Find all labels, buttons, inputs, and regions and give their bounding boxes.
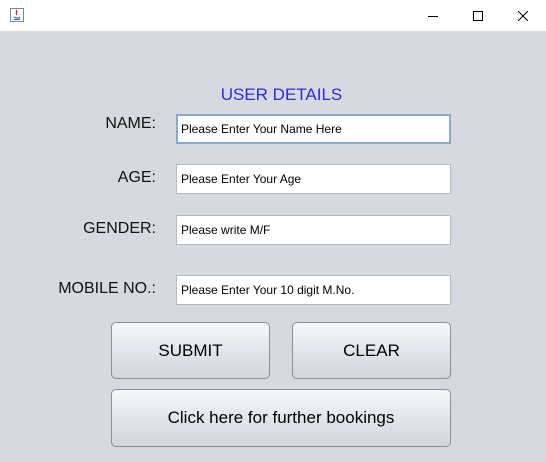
form-panel: USER DETAILS NAME: AGE: GENDER: MOBILE N… bbox=[0, 31, 546, 462]
clear-button[interactable]: CLEAR bbox=[292, 322, 451, 379]
age-field[interactable] bbox=[176, 164, 451, 194]
age-label: AGE: bbox=[117, 169, 156, 186]
mobile-field[interactable] bbox=[176, 275, 451, 305]
minimize-icon bbox=[427, 15, 438, 17]
gender-field[interactable] bbox=[176, 215, 451, 245]
name-label: NAME: bbox=[105, 115, 156, 132]
mobile-label: MOBILE NO.: bbox=[58, 280, 156, 297]
close-icon bbox=[517, 10, 528, 21]
further-bookings-button[interactable]: Click here for further bookings bbox=[111, 389, 451, 447]
submit-button[interactable]: SUBMIT bbox=[111, 322, 270, 379]
gender-label: GENDER: bbox=[83, 220, 156, 237]
java-app-icon bbox=[10, 8, 24, 22]
title-bar bbox=[0, 0, 546, 31]
maximize-button[interactable] bbox=[455, 0, 500, 31]
form-title: USER DETAILS bbox=[220, 85, 343, 104]
maximize-icon bbox=[472, 10, 483, 21]
name-field[interactable] bbox=[176, 114, 451, 144]
minimize-button[interactable] bbox=[410, 0, 455, 31]
close-button[interactable] bbox=[500, 0, 545, 31]
